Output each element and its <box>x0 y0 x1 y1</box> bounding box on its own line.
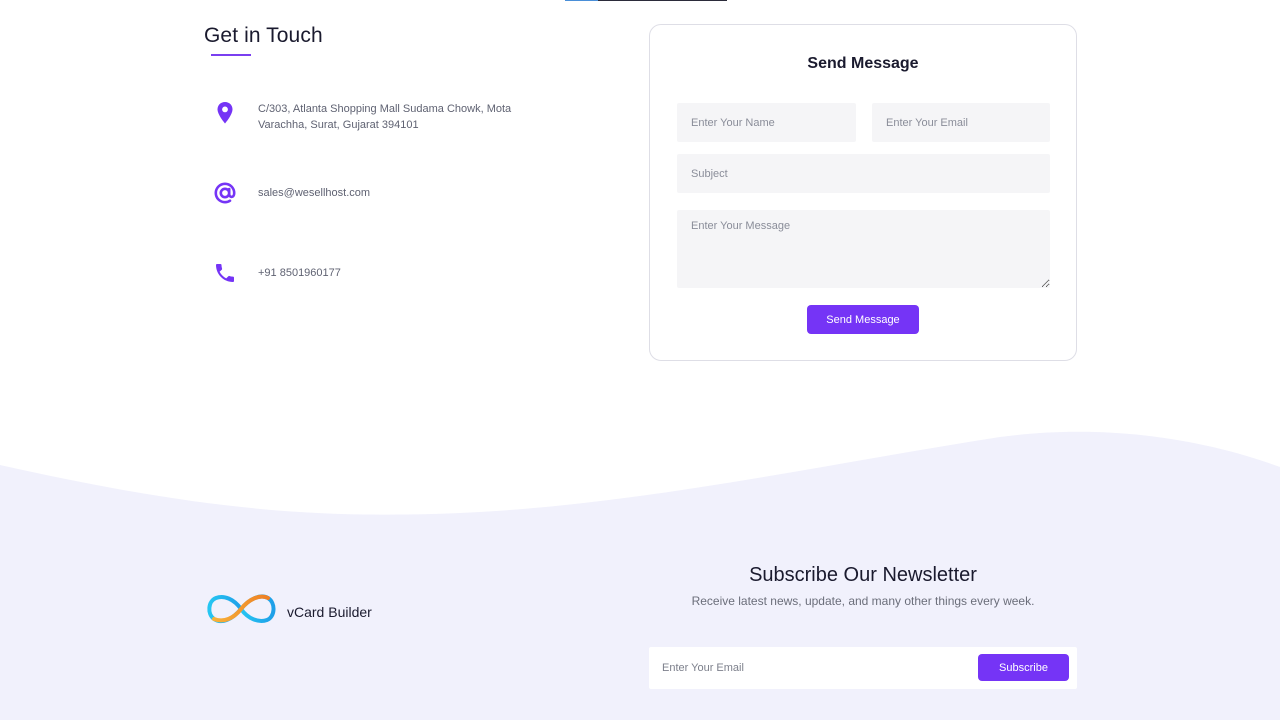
newsletter-form: Subscribe <box>649 647 1077 689</box>
infinity-logo-icon <box>204 590 278 633</box>
email-row: sales@wesellhost.com <box>204 181 528 205</box>
name-input[interactable] <box>677 103 856 142</box>
phone-text[interactable]: +91 8501960177 <box>258 265 528 281</box>
subject-input[interactable] <box>677 154 1050 193</box>
newsletter-email-input[interactable] <box>649 647 969 689</box>
footer-wave-background <box>0 431 1280 720</box>
phone-icon <box>204 261 246 285</box>
send-message-button[interactable]: Send Message <box>807 305 919 334</box>
email-input[interactable] <box>872 103 1050 142</box>
contact-section: Get in Touch <box>204 24 624 56</box>
form-heading: Send Message <box>807 55 919 72</box>
subscribe-button[interactable]: Subscribe <box>978 654 1069 681</box>
page: Get in Touch C/303, Atlanta Shopping Mal… <box>0 0 1280 720</box>
address-row: C/303, Atlanta Shopping Mall Sudama Chow… <box>204 101 528 133</box>
location-pin-icon <box>204 101 246 125</box>
message-textarea[interactable] <box>677 210 1050 288</box>
email-text[interactable]: sales@wesellhost.com <box>258 185 528 201</box>
contact-heading: Get in Touch <box>204 24 323 47</box>
footer-brand[interactable]: vCard Builder <box>204 590 372 633</box>
newsletter-section: Subscribe Our Newsletter Receive latest … <box>649 564 1077 608</box>
at-sign-icon <box>204 181 246 205</box>
phone-row: +91 8501960177 <box>204 261 528 285</box>
top-divider <box>565 0 727 1</box>
top-divider-accent <box>565 0 598 1</box>
address-text: C/303, Atlanta Shopping Mall Sudama Chow… <box>258 103 512 131</box>
message-form-card: Send Message Send Message <box>649 24 1077 361</box>
heading-underline <box>211 54 251 56</box>
brand-name: vCard Builder <box>287 603 372 620</box>
newsletter-heading: Subscribe Our Newsletter <box>749 564 977 586</box>
newsletter-description: Receive latest news, update, and many ot… <box>691 594 1035 608</box>
